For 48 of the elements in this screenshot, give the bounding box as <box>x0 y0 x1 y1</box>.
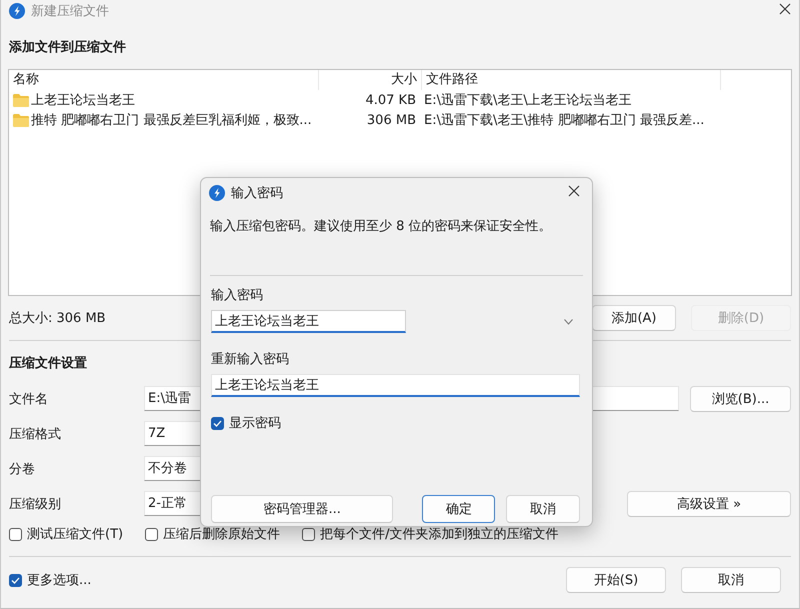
app-icon <box>209 185 225 201</box>
checkbox-label: 显示密码 <box>229 415 281 432</box>
start-button[interactable]: 开始(S) <box>566 567 666 593</box>
dialog-message: 输入压缩包密码。建议使用至少 8 位的密码来保证安全性。 <box>210 218 553 236</box>
chevron-down-icon[interactable] <box>564 319 573 325</box>
field-label: 输入密码 <box>211 287 264 304</box>
field-label: 压缩格式 <box>9 426 62 442</box>
password-field[interactable]: 上老王论坛当老王 <box>211 374 580 397</box>
table-cell-text: 推特 肥嘟嘟右卫门 最强反差巨乳福利姬，极致... <box>31 112 312 129</box>
browse-button[interactable]: 浏览(B)... <box>690 386 791 412</box>
window-title: 新建压缩文件 <box>31 3 110 20</box>
column-header[interactable]: 大小 <box>319 70 422 90</box>
checkbox-label: 压缩后删除原始文件 <box>163 526 280 543</box>
table-cell-text: E:\迅雷下载\老王\推特 肥嘟嘟右卫门 最强反差... <box>423 112 706 129</box>
password-combobox[interactable]: 上老王论坛当老王 <box>211 310 406 333</box>
table-cell-text: 上老王论坛当老王 <box>31 92 135 109</box>
field-label: 分卷 <box>9 460 36 478</box>
table-cell-text: E:\迅雷下载\老王\上老王论坛当老王 <box>423 92 633 109</box>
table-cell-text: 306 MB <box>366 112 417 128</box>
section-heading: 压缩文件设置 <box>9 355 87 373</box>
checkbox-label: 测试压缩文件(T) <box>27 526 124 543</box>
field-label: 重新输入密码 <box>211 351 290 368</box>
column-header[interactable]: 名称 <box>9 70 319 90</box>
folder-icon <box>13 94 29 106</box>
field-label: 压缩级别 <box>9 496 62 512</box>
checkbox[interactable] <box>211 416 224 430</box>
ok-button[interactable]: 确定 <box>422 495 496 523</box>
checkbox[interactable] <box>9 574 22 586</box>
table-cell-text: 4.07 KB <box>364 92 417 108</box>
folder-icon <box>13 114 29 126</box>
password-manager-button[interactable]: 密码管理器... <box>211 495 394 523</box>
advanced-settings-button[interactable]: 高级设置 » <box>627 490 791 516</box>
close-icon[interactable] <box>568 185 580 197</box>
close-icon[interactable] <box>779 3 791 15</box>
field-label: 文件名 <box>9 390 49 408</box>
app-icon <box>9 3 25 19</box>
total-size: 总大小: 306 MB <box>9 310 106 327</box>
add-button[interactable]: 添加(A) <box>592 305 676 331</box>
cancel-button[interactable]: 取消 <box>506 495 580 523</box>
checkbox[interactable] <box>302 528 316 540</box>
checkbox-label: 更多选项... <box>27 572 92 589</box>
dialog-title: 输入密码 <box>231 185 284 202</box>
column-header[interactable]: 文件路径 <box>422 70 721 90</box>
checkbox[interactable] <box>145 528 158 540</box>
checkbox[interactable] <box>9 528 22 540</box>
section-heading: 添加文件到压缩文件 <box>9 39 126 57</box>
checkbox-label: 把每个文件/文件夹添加到独立的压缩文件 <box>320 526 558 543</box>
cancel-button[interactable]: 取消 <box>681 567 781 593</box>
